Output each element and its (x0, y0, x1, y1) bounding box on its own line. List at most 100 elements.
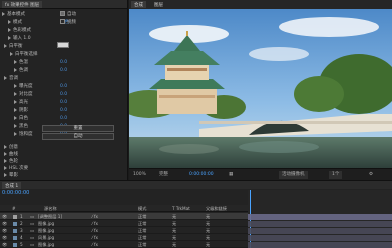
effect-param-row[interactable]: 音调 (4, 75, 18, 82)
effect-param-value[interactable]: 0.0 (60, 99, 67, 106)
auto-button[interactable]: 自动 (42, 133, 114, 140)
switches-icons[interactable]: ⁄ fx (92, 227, 98, 234)
layer-trkmat[interactable]: 无 (172, 213, 176, 220)
effect-param-row[interactable]: 色调 0.0 (14, 67, 67, 74)
expand-triangle-icon[interactable] (14, 83, 17, 88)
effect-param-value[interactable]: 0.0 (60, 59, 67, 66)
label-color-swatch[interactable] (13, 214, 17, 219)
effect-param-row[interactable]: 饱和度0.0 (14, 131, 67, 138)
effect-param-row[interactable]: 色彩模式 (8, 27, 31, 34)
layer-duration-bar[interactable] (248, 234, 392, 241)
label-color-swatch[interactable] (13, 228, 17, 233)
layer-mode[interactable]: 正常 (138, 227, 146, 234)
effect-param-row[interactable]: 白色 0.0 (14, 115, 67, 122)
visibility-eye-icon[interactable]: 👁 (2, 234, 7, 241)
layer-parent[interactable]: 无 (206, 213, 210, 220)
expand-triangle-icon[interactable] (14, 115, 17, 120)
expand-triangle-icon[interactable] (14, 59, 17, 64)
effect-param-value[interactable]: 0.0 (60, 83, 67, 90)
quality-select[interactable]: 完整 (159, 171, 168, 179)
transparency-grid-icon[interactable]: ▦ (229, 171, 233, 179)
expand-triangle-icon[interactable] (8, 27, 11, 32)
table-row[interactable]: 👁 1 ▭ [调整图层 1] ⁄ fx 正常 无 无 (0, 213, 248, 220)
expand-triangle-icon[interactable] (4, 165, 7, 170)
viewer-tab-composition[interactable]: 合成 (131, 1, 146, 8)
effect-param-row[interactable]: 基本模式 (2, 11, 25, 18)
table-row[interactable]: 👁 2 ▭ 图像.jpg ⁄ fx 正常 无 无 (0, 220, 248, 227)
zoom-select[interactable]: 100% (133, 171, 146, 179)
expand-triangle-icon[interactable] (8, 35, 11, 40)
effect-param-row[interactable]: 模式颜色 (8, 19, 69, 26)
effect-param-row[interactable]: 输入 1.0 (8, 35, 31, 42)
effect-param-row[interactable]: 对比度 0.0 (14, 91, 67, 98)
effect-section-row[interactable]: 晕影 (4, 172, 18, 179)
table-row[interactable]: 👁 3 ▭ 图像.jpg ⁄ fx 正常 无 无 (0, 227, 248, 234)
effect-param-row[interactable]: 白平衡 (4, 43, 23, 50)
effect-param-row[interactable]: 色温 0.0 (14, 59, 67, 66)
effect-param-row[interactable]: 高光 0.0 (14, 99, 67, 106)
visibility-eye-icon[interactable]: 👁 (2, 213, 7, 220)
label-color-swatch[interactable] (13, 221, 17, 226)
layer-name[interactable]: 风景.jpg (38, 234, 54, 241)
layer-mode[interactable]: 正常 (138, 213, 146, 220)
effect-param-row[interactable]: 白平衡选择 (10, 51, 38, 58)
expand-triangle-icon[interactable] (14, 123, 17, 128)
reset-button[interactable]: 重置 (42, 125, 114, 132)
effect-section-row[interactable]: 曲线 (4, 151, 18, 158)
expand-triangle-icon[interactable] (8, 19, 11, 24)
effect-param-value[interactable]: 0.0 (60, 107, 67, 114)
expand-triangle-icon[interactable] (4, 172, 7, 177)
layer-parent[interactable]: 无 (206, 227, 210, 234)
settings-icon[interactable]: ⚙ (369, 171, 373, 179)
expand-triangle-icon[interactable] (2, 11, 5, 16)
layer-duration-bar[interactable] (248, 213, 392, 220)
layer-trkmat[interactable]: 无 (172, 234, 176, 241)
expand-triangle-icon[interactable] (4, 158, 7, 163)
timeline-track-area[interactable] (248, 190, 392, 248)
label-color-swatch[interactable] (13, 235, 17, 240)
viewer-tab-layer[interactable]: 图层 (151, 1, 166, 8)
layer-trkmat[interactable]: 无 (172, 220, 176, 227)
camera-select[interactable]: 活动摄像机 (279, 171, 308, 179)
switches-icons[interactable]: ⁄ fx (92, 234, 98, 241)
effect-param-value[interactable]: 0.0 (60, 115, 67, 122)
layer-duration-bar[interactable] (248, 227, 392, 234)
white-balance-swatch[interactable] (57, 42, 69, 48)
expand-triangle-icon[interactable] (4, 75, 7, 80)
layer-mode[interactable]: 正常 (138, 234, 146, 241)
layer-trkmat[interactable]: 无 (172, 227, 176, 234)
layer-duration-bar[interactable] (248, 220, 392, 227)
expand-triangle-icon[interactable] (4, 151, 7, 156)
effect-section-row[interactable]: 色轮 (4, 158, 18, 165)
timeline-current-time[interactable]: 0:00:00:00 (2, 190, 29, 196)
views-select[interactable]: 1个 (329, 171, 343, 179)
effect-param-row[interactable]: 曝光度 0.0 (14, 83, 67, 90)
layer-name[interactable]: [调整图层 1] (38, 213, 62, 220)
viewer-time[interactable]: 0:00:00:00 (189, 171, 214, 179)
effect-param-value[interactable]: 0.0 (60, 67, 67, 74)
effect-param-row[interactable]: 阴影 0.0 (14, 107, 67, 114)
switches-icons[interactable]: ⁄ fx (92, 213, 98, 220)
switches-icons[interactable]: ⁄ fx (92, 220, 98, 227)
expand-triangle-icon[interactable] (14, 131, 17, 136)
expand-triangle-icon[interactable] (10, 51, 13, 56)
expand-triangle-icon[interactable] (14, 91, 17, 96)
layer-mode[interactable]: 正常 (138, 220, 146, 227)
effect-section-row[interactable]: 创意 (4, 144, 18, 151)
expand-triangle-icon[interactable] (4, 43, 7, 48)
layer-parent[interactable]: 无 (206, 234, 210, 241)
effect-section-row[interactable]: HSL 次要 (4, 165, 28, 172)
expand-triangle-icon[interactable] (14, 107, 17, 112)
layer-name[interactable]: 图像.jpg (38, 227, 54, 234)
label-color-swatch[interactable] (13, 242, 17, 247)
effect-param-row[interactable]: 黑色0.0 (14, 123, 67, 130)
layer-name[interactable]: 图像.jpg (38, 220, 54, 227)
expand-triangle-icon[interactable] (14, 99, 17, 104)
expand-triangle-icon[interactable] (4, 144, 7, 149)
auto-checkbox[interactable]: 自动 (60, 11, 76, 18)
effect-param-value[interactable]: 0.0 (60, 91, 67, 98)
visibility-eye-icon[interactable]: 👁 (2, 227, 7, 234)
expand-triangle-icon[interactable] (14, 67, 17, 72)
effect-controls-tab[interactable]: fx 效果控件 图层 (2, 1, 43, 8)
table-row[interactable]: 👁 4 ▭ 风景.jpg ⁄ fx 正常 无 无 (0, 234, 248, 241)
